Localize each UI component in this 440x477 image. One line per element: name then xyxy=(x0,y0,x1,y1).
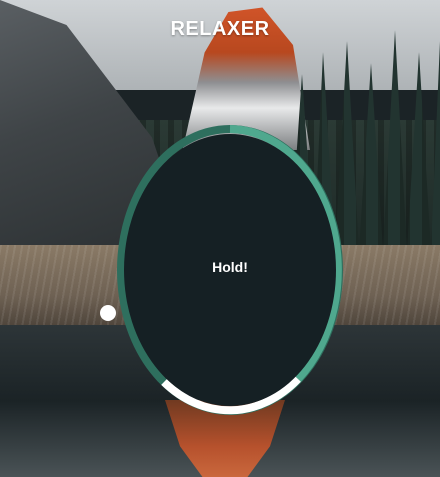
breathing-circle[interactable]: Hold! xyxy=(124,134,336,406)
app-title: RELAXER xyxy=(170,18,270,40)
breath-instruction: Hold! xyxy=(212,259,248,275)
progress-handle-icon[interactable] xyxy=(100,305,116,321)
